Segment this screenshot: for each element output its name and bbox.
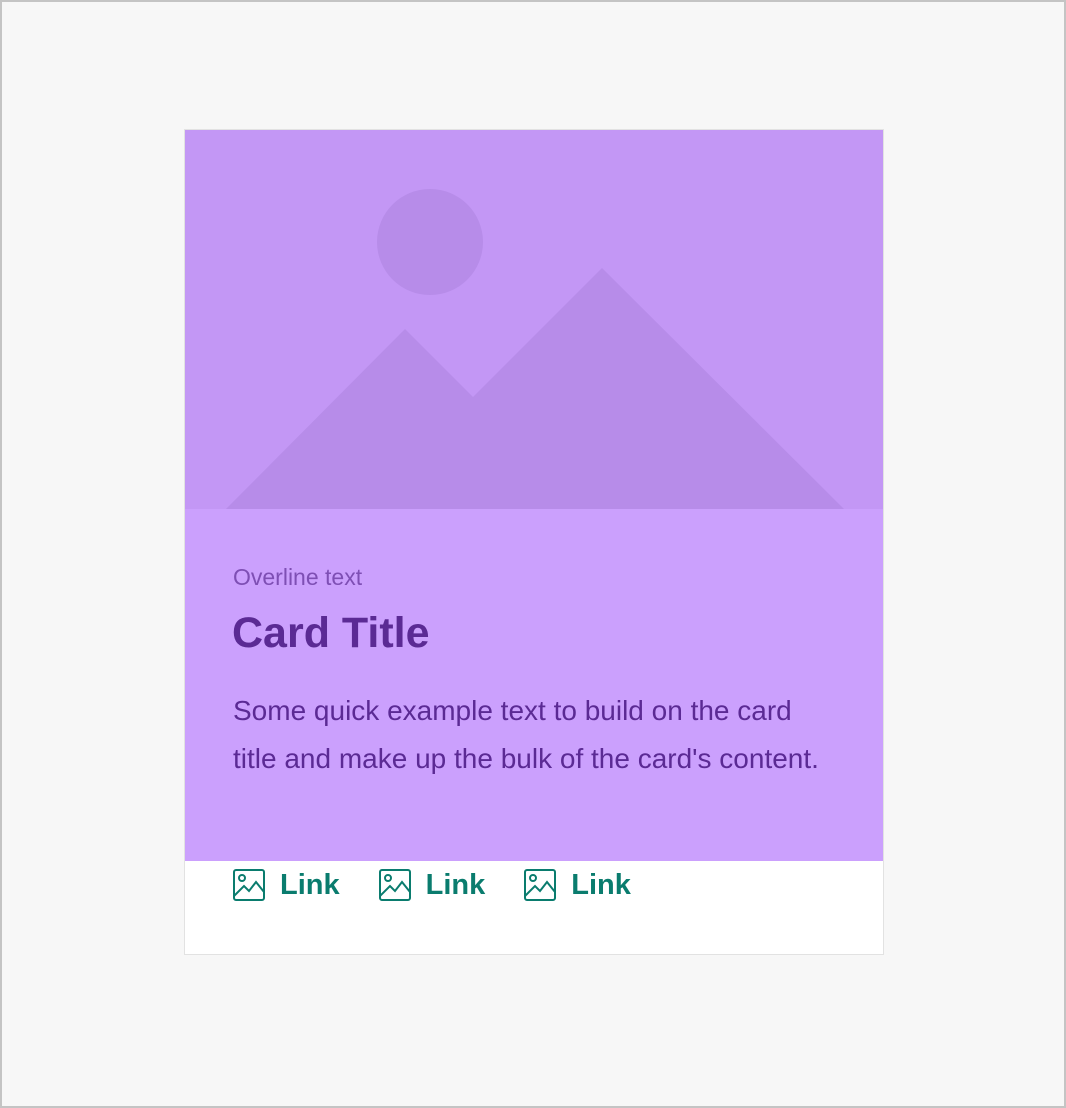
card-overline: Overline text [233, 564, 363, 590]
card-link-1[interactable]: Link [232, 868, 340, 902]
card-link-label: Link [280, 868, 340, 901]
image-icon [378, 868, 412, 902]
card-link-2[interactable]: Link [378, 868, 486, 902]
card-link-label: Link [571, 868, 631, 901]
image-placeholder-icon [226, 189, 844, 509]
image-icon [523, 868, 557, 902]
card-title: Card Title [232, 609, 430, 657]
card-actions: Link Link Link [232, 865, 669, 905]
card-content: Overline text Card Title Some quick exam… [185, 509, 883, 861]
card: Overline text Card Title Some quick exam… [184, 129, 884, 955]
card-link-label: Link [425, 868, 486, 901]
card-link-3[interactable]: Link [523, 868, 631, 902]
card-body-text: Some quick example text to build on the … [233, 695, 819, 774]
image-icon [232, 868, 266, 902]
card-media [185, 130, 883, 509]
